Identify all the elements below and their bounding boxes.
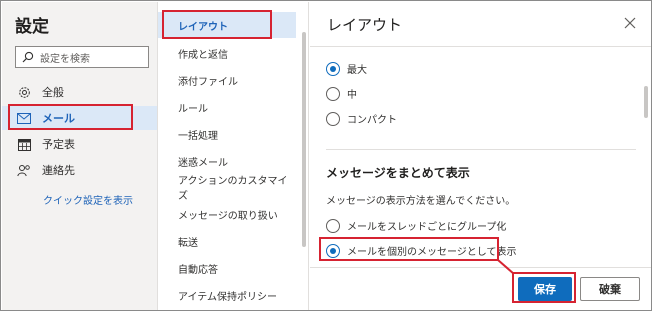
footer-divider <box>310 267 651 268</box>
density-option-medium[interactable]: 中 <box>326 86 357 101</box>
section-description: メッセージの表示方法を選んでください。 <box>326 196 516 207</box>
menu-item-attachments[interactable]: 添付ファイル <box>158 67 296 93</box>
menu-item-label: メッセージの取り扱い <box>178 210 278 222</box>
sidebar-item-mail[interactable]: メール <box>2 106 157 130</box>
menu-item-forwarding[interactable]: 転送 <box>158 228 296 254</box>
menu-item-automatic-replies[interactable]: 自動応答 <box>158 255 296 281</box>
density-option-compact[interactable]: コンパクト <box>326 111 397 126</box>
menu-item-message-handling[interactable]: メッセージの取り扱い <box>158 201 296 227</box>
save-button[interactable]: 保存 <box>518 277 572 301</box>
sidebar-item-contacts[interactable]: 連絡先 <box>2 158 157 182</box>
radio-label: 最大 <box>347 65 367 76</box>
mail-settings-menu: レイアウト 作成と返信 添付ファイル ルール 一括処理 迷惑メール アクションの… <box>157 2 309 310</box>
radio-label: コンパクト <box>347 115 397 126</box>
density-option-full[interactable]: 最大 <box>326 61 367 76</box>
menu-item-label: 転送 <box>178 237 198 249</box>
settings-search-input[interactable]: 設定を検索 <box>15 46 149 68</box>
radio-selected[interactable] <box>326 61 340 76</box>
calendar-icon <box>17 137 31 151</box>
menu-item-label: 作成と返信 <box>178 49 228 61</box>
sidebar-item-general[interactable]: 全般 <box>2 80 157 104</box>
menu-item-label: アクションのカスタマイズ <box>178 176 288 202</box>
mail-icon <box>17 111 31 125</box>
menu-item-label: 一括処理 <box>178 130 218 142</box>
menu-item-retention-policies[interactable]: アイテム保持ポリシー <box>158 282 296 308</box>
section-divider <box>326 149 636 150</box>
settings-title: 設定 <box>15 17 49 37</box>
menu-item-customize-actions[interactable]: アクションのカスタマイズ <box>158 174 296 202</box>
radio-unselected[interactable] <box>326 218 340 233</box>
radio-label: メールを個別のメッセージとして表示 <box>347 247 517 258</box>
menu-item-label: 自動応答 <box>178 264 218 276</box>
sidebar-item-label: 全般 <box>42 86 64 99</box>
menu-item-junk-email[interactable]: 迷惑メール <box>158 148 296 174</box>
radio-label: メールをスレッドごとにグループ化 <box>347 222 507 233</box>
radio-selected[interactable] <box>326 243 340 258</box>
menu-item-compose-reply[interactable]: 作成と返信 <box>158 40 296 66</box>
search-icon <box>22 51 34 63</box>
pane-title: レイアウト <box>327 16 403 34</box>
menu-scrollbar[interactable] <box>302 32 306 247</box>
menu-item-label: レイアウト <box>178 21 228 33</box>
sidebar-item-label: 連絡先 <box>42 164 75 177</box>
group-option-individual[interactable]: メールを個別のメッセージとして表示 <box>326 243 517 258</box>
people-icon <box>17 163 31 177</box>
pane-scrollbar[interactable] <box>644 86 648 118</box>
settings-sidebar: 設定 設定を検索 全般 メール 予定表 連絡先 クイック設定を表示 <box>2 2 157 310</box>
menu-item-label: アイテム保持ポリシー <box>178 291 277 303</box>
menu-item-label: 添付ファイル <box>178 76 238 88</box>
search-placeholder: 設定を検索 <box>40 53 90 65</box>
gear-icon <box>17 85 31 99</box>
menu-item-rules[interactable]: ルール <box>158 94 296 120</box>
layout-settings-pane: レイアウト 最大 中 コンパクト メッセージをまとめて表示 メッセージの表示方法… <box>310 2 651 310</box>
settings-window: 設定 設定を検索 全般 メール 予定表 連絡先 クイック設定を表示 レイアウト … <box>0 0 652 311</box>
menu-item-label: 迷惑メール <box>178 157 228 169</box>
section-title: メッセージをまとめて表示 <box>326 166 470 180</box>
sidebar-item-label: 予定表 <box>42 138 75 151</box>
close-icon[interactable] <box>623 16 637 30</box>
quick-settings-link[interactable]: クイック設定を表示 <box>43 192 133 207</box>
radio-unselected[interactable] <box>326 86 340 101</box>
sidebar-item-calendar[interactable]: 予定表 <box>2 132 157 156</box>
radio-unselected[interactable] <box>326 111 340 126</box>
menu-item-layout[interactable]: レイアウト <box>158 12 296 38</box>
discard-button[interactable]: 破棄 <box>580 277 640 301</box>
menu-item-label: ルール <box>178 103 208 115</box>
menu-item-sweep[interactable]: 一括処理 <box>158 121 296 147</box>
group-option-conversation[interactable]: メールをスレッドごとにグループ化 <box>326 218 506 233</box>
radio-label: 中 <box>347 90 357 101</box>
sidebar-item-label: メール <box>42 112 75 125</box>
pane-divider <box>310 46 651 47</box>
